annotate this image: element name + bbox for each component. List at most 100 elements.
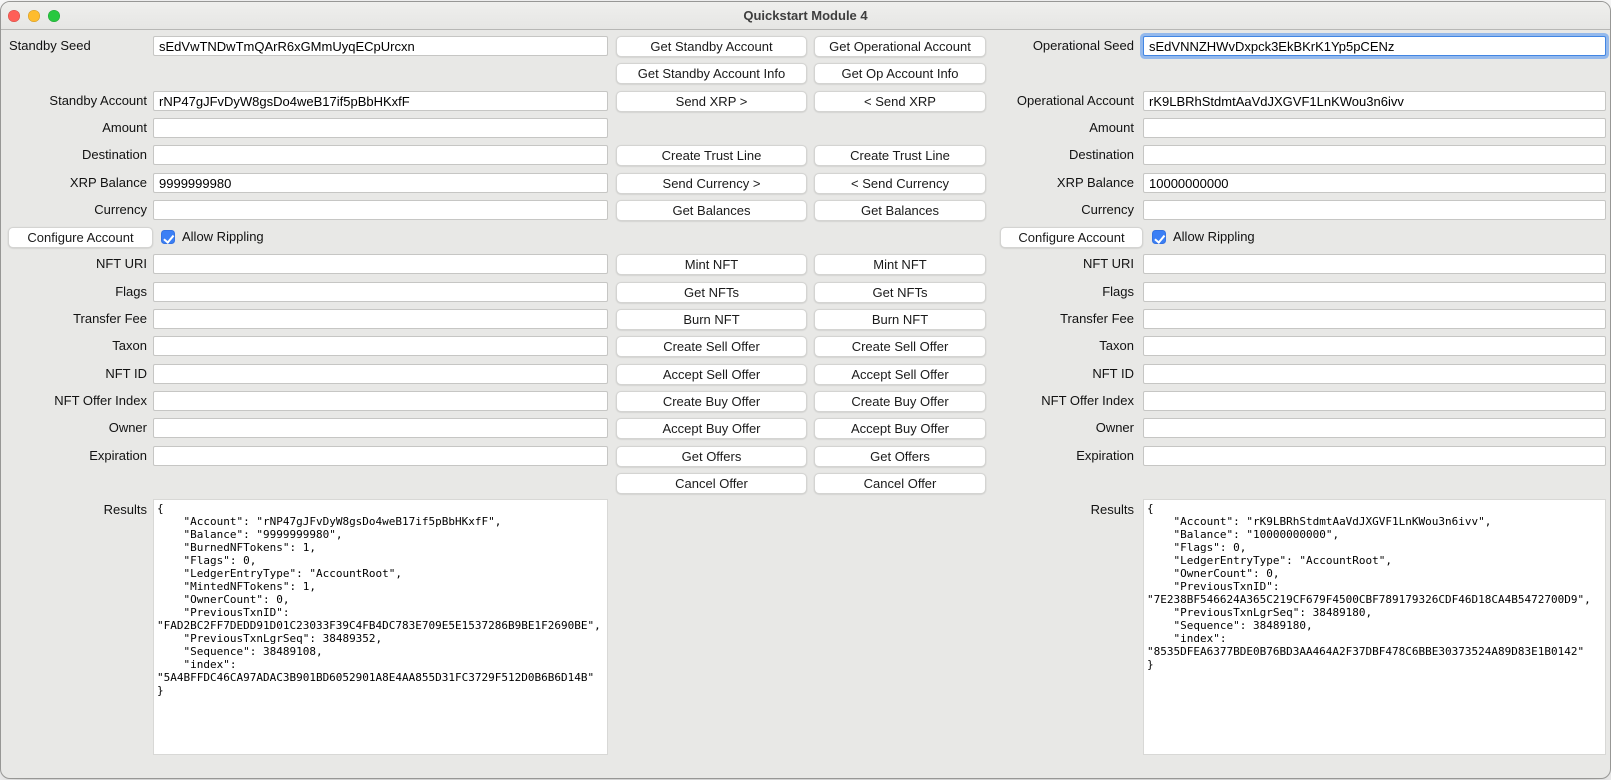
standby-flags-label: Flags	[1, 282, 147, 302]
operational-allow-rippling: Allow Rippling	[1152, 227, 1255, 247]
operational-flags-input[interactable]	[1143, 282, 1606, 302]
account-info-row: Get Standby Account Info Get Op Account …	[1, 63, 1610, 85]
standby-currency-input[interactable]	[153, 200, 608, 220]
standby-account-input[interactable]	[153, 91, 608, 111]
operational-xrp-balance-input[interactable]	[1143, 173, 1606, 193]
standby-accept-sell-offer-button[interactable]: Accept Sell Offer	[616, 364, 807, 385]
window-title: Quickstart Module 4	[1, 2, 1610, 29]
operational-taxon-input[interactable]	[1143, 336, 1606, 356]
standby-taxon-input[interactable]	[153, 336, 608, 356]
standby-xrp-balance-label: XRP Balance	[1, 173, 147, 193]
standby-owner-input[interactable]	[153, 418, 608, 438]
operational-currency-input[interactable]	[1143, 200, 1606, 220]
standby-seed-input[interactable]	[153, 36, 608, 56]
standby-cancel-offer-button[interactable]: Cancel Offer	[616, 473, 807, 494]
get-op-account-info-button[interactable]: Get Op Account Info	[814, 63, 986, 84]
operational-amount-label: Amount	[986, 118, 1134, 138]
amount-row: Amount Amount	[1, 118, 1610, 140]
standby-get-balances-button[interactable]: Get Balances	[616, 200, 807, 221]
standby-taxon-label: Taxon	[1, 336, 147, 356]
operational-burn-nft-button[interactable]: Burn NFT	[814, 309, 986, 330]
operational-seed-label: Operational Seed	[986, 36, 1134, 56]
currency-row: Currency Get Balances Get Balances Curre…	[1, 200, 1610, 222]
seed-row: Standby Seed Get Standby Account Get Ope…	[1, 36, 1610, 58]
operational-results-textarea[interactable]: { "Account": "rK9LBRhStdmtAaVdJXGVF1LnKW…	[1143, 499, 1606, 755]
standby-results-textarea[interactable]: { "Account": "rNP47gJFvDyW8gsDo4weB17if5…	[153, 499, 608, 755]
operational-accept-sell-offer-button[interactable]: Accept Sell Offer	[814, 364, 986, 385]
standby-mint-nft-button[interactable]: Mint NFT	[616, 254, 807, 275]
operational-nft-id-input[interactable]	[1143, 364, 1606, 384]
standby-nft-offer-index-label: NFT Offer Index	[1, 391, 147, 411]
nft-id-row: NFT ID Accept Sell Offer Accept Sell Off…	[1, 364, 1610, 386]
get-standby-account-button[interactable]: Get Standby Account	[616, 36, 807, 57]
operational-account-input[interactable]	[1143, 91, 1606, 111]
owner-row: Owner Accept Buy Offer Accept Buy Offer …	[1, 418, 1610, 440]
standby-get-offers-button[interactable]: Get Offers	[616, 446, 807, 467]
operational-allow-rippling-checkbox[interactable]	[1152, 230, 1166, 244]
get-operational-account-button[interactable]: Get Operational Account	[814, 36, 986, 57]
operational-get-offers-button[interactable]: Get Offers	[814, 446, 986, 467]
operational-taxon-label: Taxon	[986, 336, 1134, 356]
title-bar: Quickstart Module 4	[1, 2, 1610, 30]
standby-nft-uri-label: NFT URI	[1, 254, 147, 274]
operational-expiration-label: Expiration	[986, 446, 1134, 466]
destination-row: Destination Create Trust Line Create Tru…	[1, 145, 1610, 167]
standby-nft-id-input[interactable]	[153, 364, 608, 384]
operational-transfer-fee-input[interactable]	[1143, 309, 1606, 329]
operational-get-balances-button[interactable]: Get Balances	[814, 200, 986, 221]
xrp-balance-row: XRP Balance Send Currency > < Send Curre…	[1, 173, 1610, 195]
send-currency-left-button[interactable]: < Send Currency	[814, 173, 986, 194]
operational-nft-id-label: NFT ID	[986, 364, 1134, 384]
operational-account-label: Operational Account	[986, 91, 1134, 111]
operational-owner-input[interactable]	[1143, 418, 1606, 438]
standby-accept-buy-offer-button[interactable]: Accept Buy Offer	[616, 418, 807, 439]
standby-account-label: Standby Account	[1, 91, 147, 111]
standby-xrp-balance-input[interactable]	[153, 173, 608, 193]
operational-create-trust-line-button[interactable]: Create Trust Line	[814, 145, 986, 166]
operational-currency-label: Currency	[986, 200, 1134, 220]
operational-nft-uri-input[interactable]	[1143, 254, 1606, 274]
operational-amount-input[interactable]	[1143, 118, 1606, 138]
account-row: Standby Account Send XRP > < Send XRP Op…	[1, 91, 1610, 113]
standby-create-sell-offer-button[interactable]: Create Sell Offer	[616, 336, 807, 357]
nft-uri-row: NFT URI Mint NFT Mint NFT NFT URI	[1, 254, 1610, 276]
standby-nft-offer-index-input[interactable]	[153, 391, 608, 411]
operational-create-sell-offer-button[interactable]: Create Sell Offer	[814, 336, 986, 357]
operational-allow-rippling-label: Allow Rippling	[1173, 229, 1255, 244]
operational-cancel-offer-button[interactable]: Cancel Offer	[814, 473, 986, 494]
operational-seed-input[interactable]	[1143, 36, 1606, 56]
standby-burn-nft-button[interactable]: Burn NFT	[616, 309, 807, 330]
operational-configure-account-button[interactable]: Configure Account	[1000, 227, 1143, 248]
standby-create-buy-offer-button[interactable]: Create Buy Offer	[616, 391, 807, 412]
operational-owner-label: Owner	[986, 418, 1134, 438]
app-window: Quickstart Module 4 Standby Seed Get Sta…	[0, 1, 1611, 779]
operational-destination-input[interactable]	[1143, 145, 1606, 165]
standby-get-nfts-button[interactable]: Get NFTs	[616, 282, 807, 303]
operational-mint-nft-button[interactable]: Mint NFT	[814, 254, 986, 275]
operational-get-nfts-button[interactable]: Get NFTs	[814, 282, 986, 303]
standby-expiration-input[interactable]	[153, 446, 608, 466]
send-currency-right-button[interactable]: Send Currency >	[616, 173, 807, 194]
operational-xrp-balance-label: XRP Balance	[986, 173, 1134, 193]
standby-create-trust-line-button[interactable]: Create Trust Line	[616, 145, 807, 166]
standby-transfer-fee-input[interactable]	[153, 309, 608, 329]
get-standby-account-info-button[interactable]: Get Standby Account Info	[616, 63, 807, 84]
standby-nft-uri-input[interactable]	[153, 254, 608, 274]
operational-nft-offer-index-input[interactable]	[1143, 391, 1606, 411]
send-xrp-left-button[interactable]: < Send XRP	[814, 91, 986, 112]
standby-amount-label: Amount	[1, 118, 147, 138]
operational-accept-buy-offer-button[interactable]: Accept Buy Offer	[814, 418, 986, 439]
operational-create-buy-offer-button[interactable]: Create Buy Offer	[814, 391, 986, 412]
standby-flags-input[interactable]	[153, 282, 608, 302]
transfer-fee-row: Transfer Fee Burn NFT Burn NFT Transfer …	[1, 309, 1610, 331]
standby-allow-rippling-checkbox[interactable]	[161, 230, 175, 244]
configure-row: Configure Account Allow Rippling Configu…	[1, 227, 1610, 249]
standby-amount-input[interactable]	[153, 118, 608, 138]
standby-destination-input[interactable]	[153, 145, 608, 165]
standby-owner-label: Owner	[1, 418, 147, 438]
send-xrp-right-button[interactable]: Send XRP >	[616, 91, 807, 112]
standby-transfer-fee-label: Transfer Fee	[1, 309, 147, 329]
standby-configure-account-button[interactable]: Configure Account	[8, 227, 153, 248]
operational-transfer-fee-label: Transfer Fee	[986, 309, 1134, 329]
operational-expiration-input[interactable]	[1143, 446, 1606, 466]
